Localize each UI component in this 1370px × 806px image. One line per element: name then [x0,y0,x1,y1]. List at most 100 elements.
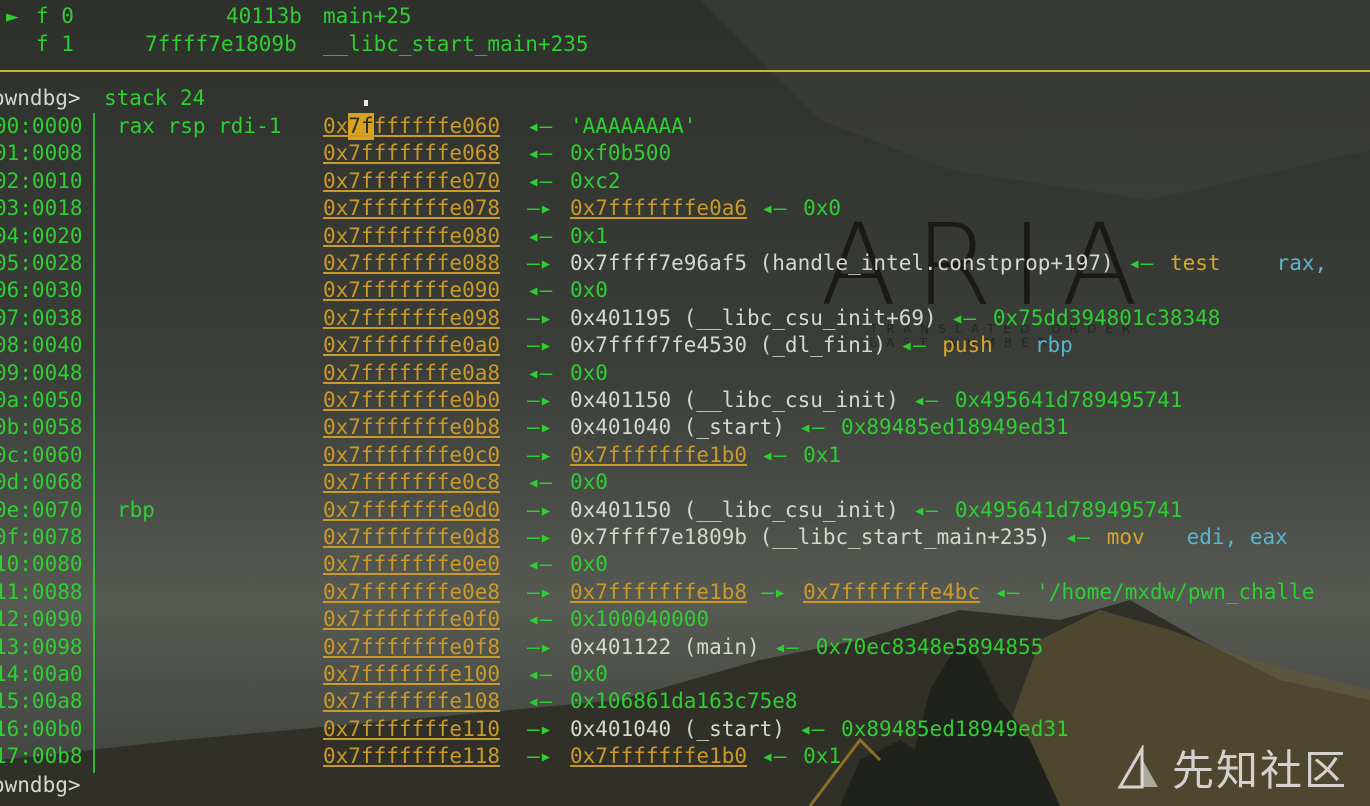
stack-offset: 06:0030 [0,278,83,303]
stack-offset: 05:0028 [0,251,83,275]
stack-address[interactable]: 0x7fffffffe0e0 [323,551,500,578]
stack-offset: 01:0008 [0,141,83,166]
stack-value: 0x106861da163c75e8 [570,689,798,714]
pointer-arrow-icon: —▸ [527,415,553,440]
pointer-arrow-icon: ◂— [799,716,825,741]
backtrace-frame: f 1 7ffff7e1809b __libc_start_main+235 [0,31,589,58]
stack-address[interactable]: 0x7fffffffe0b0 [323,387,500,414]
pointer-arrow-icon: ◂— [527,114,553,138]
stack-value: 0x70ec8348e5894855 [815,634,1044,659]
stack-address[interactable]: 0x7fffffffe0d0 [323,497,500,524]
pointer-arrow-icon: —▸ [761,579,787,604]
pointer-link[interactable]: 0x7fffffffe4bc [803,579,980,606]
stack-offset: 15:00a8 [0,689,83,714]
stack-offset: 0d:0068 [0,470,83,495]
stack-address[interactable]: 0x7fffffffe0b8 [323,414,500,441]
pointer-link[interactable]: 0x7fffffffe1b0 [570,743,747,770]
stack-offset: 12:0090 [0,607,83,632]
stack-address[interactable]: ffffffe060 [374,113,500,140]
pointer-arrow-icon: ◂— [912,497,939,522]
stack-offset: 09:0048 [0,360,83,385]
instruction-mnemonic: mov [1106,525,1145,549]
pointer-arrow-icon: ◂— [527,278,553,303]
stack-address[interactable]: 0x7fffffffe100 [323,661,500,688]
stack-offset: 13:0098 [0,634,83,659]
stack-address[interactable]: 0x7fffffffe110 [323,716,500,743]
current-frame-marker-icon: ► [6,4,19,28]
pointer-arrow-icon: ◂— [761,196,787,221]
command-text: stack 24 [104,86,206,110]
frame-address: 40113b [226,4,302,28]
pointer-arrow-icon: ◂— [1127,251,1154,275]
stack-address[interactable]: 0x7fffffffe0e8 [323,579,500,606]
stack-address[interactable]: 0x7fffffffe0d8 [323,524,500,551]
stack-value: 0x1 [570,223,608,248]
stack-offset: 14:00a0 [0,662,83,686]
pointer-arrow-icon: —▸ [527,196,553,221]
stack-value: 0x1 [803,442,842,467]
stack-value: 0x1 [803,744,842,769]
stack-address[interactable]: 0x7fffffffe0a8 [323,360,500,387]
pointer-arrow-icon: —▸ [527,251,553,275]
terminal[interactable]: ► f 0 40113b main+25 f 1 7ffff7e1809b __… [0,0,1370,806]
pointer-arrow-icon: ◂— [527,168,553,193]
pointer-link[interactable]: 0x7fffffffe0a6 [570,195,747,222]
watermark-text: 先知社区 [1171,746,1348,795]
pointer-arrow-icon: ◂— [527,689,553,714]
stack-address[interactable]: 0x7fffffffe090 [323,277,500,304]
stack-address[interactable]: 0x7fffffffe118 [323,743,500,770]
code-symbol: 0x7ffff7e96af5 (handle_intel.constprop+1… [570,251,1114,275]
stack-offset: 0c:0060 [0,442,83,467]
register-label: rax rsp rdi-1 [117,114,282,138]
stack-value: 0xf0b500 [570,141,672,166]
pointer-link[interactable]: 0x7fffffffe1b0 [570,442,747,469]
pointer-arrow-icon: —▸ [527,744,553,769]
command-line[interactable]: owndbg> [0,772,81,799]
instruction-operands: rax, [1276,251,1328,275]
stack-offset: 11:0088 [0,579,83,604]
stack-address[interactable]: 0x7fffffffe068 [323,140,500,167]
pointer-arrow-icon: —▸ [527,716,553,741]
register-label: rbp [117,497,155,522]
instruction-operands: edi, eax [1186,525,1288,549]
code-symbol: 0x401040 (_start) [570,415,785,440]
xianzhi-logo-icon [1117,744,1158,788]
code-symbol: 0x7ffff7fe4530 (_dl_fini) [570,333,887,358]
stack-offset: 08:0040 [0,333,83,358]
stack-address[interactable]: 0x7fffffffe0c8 [323,469,500,496]
stack-address[interactable]: 0x7fffffffe078 [323,195,500,222]
stack-offset: 0f:0078 [0,525,83,549]
mouse-cursor-icon [364,100,368,106]
gdb-prompt: owndbg> [0,86,81,110]
pointer-arrow-icon: ◂— [994,579,1020,604]
stack-value: 0x89485ed18949ed31 [841,716,1069,741]
pointer-arrow-icon: ◂— [527,607,553,632]
code-symbol: 0x401150 (__libc_csu_init) [570,388,899,412]
stack-offset: 16:00b0 [0,716,83,741]
stack-address[interactable]: 0x7fffffffe0c0 [323,442,500,469]
stack-address[interactable]: 0x7fffffffe080 [323,223,500,250]
stack-offset: 03:0018 [0,196,83,221]
pointer-arrow-icon: ◂— [900,333,926,358]
pointer-link[interactable]: 0x7fffffffe1b8 [570,579,747,606]
pointer-arrow-icon: —▸ [527,634,553,659]
pointer-arrow-icon: ◂— [761,744,787,769]
pointer-arrow-icon: ◂— [527,662,553,686]
stack-offset: 17:00b8 [0,744,83,769]
address-highlight[interactable]: 7f [348,113,374,141]
stack-offset: 07:0038 [0,305,83,330]
stack-address[interactable]: 0x7fffffffe108 [323,688,500,715]
stack-address[interactable]: 0x7fffffffe0f0 [323,606,500,633]
command-line[interactable]: owndbg> stack 24 [0,85,205,112]
pointer-arrow-icon: ◂— [1064,525,1090,549]
pointer-arrow-icon: —▸ [527,333,553,358]
stack-address[interactable]: 0x7fffffffe0a0 [323,332,500,359]
stack-address[interactable]: 0x7fffffffe088 [323,250,500,277]
address-prefix: 0x [323,114,349,138]
stack-offset: 10:0080 [0,552,83,577]
stack-address[interactable]: 0x7fffffffe0f8 [323,634,500,661]
pointer-arrow-icon: —▸ [527,525,553,549]
stack-address[interactable]: 0x7fffffffe098 [323,305,500,332]
stack-address[interactable]: 0x7fffffffe070 [323,168,500,195]
frame-symbol: main+25 [323,4,412,28]
